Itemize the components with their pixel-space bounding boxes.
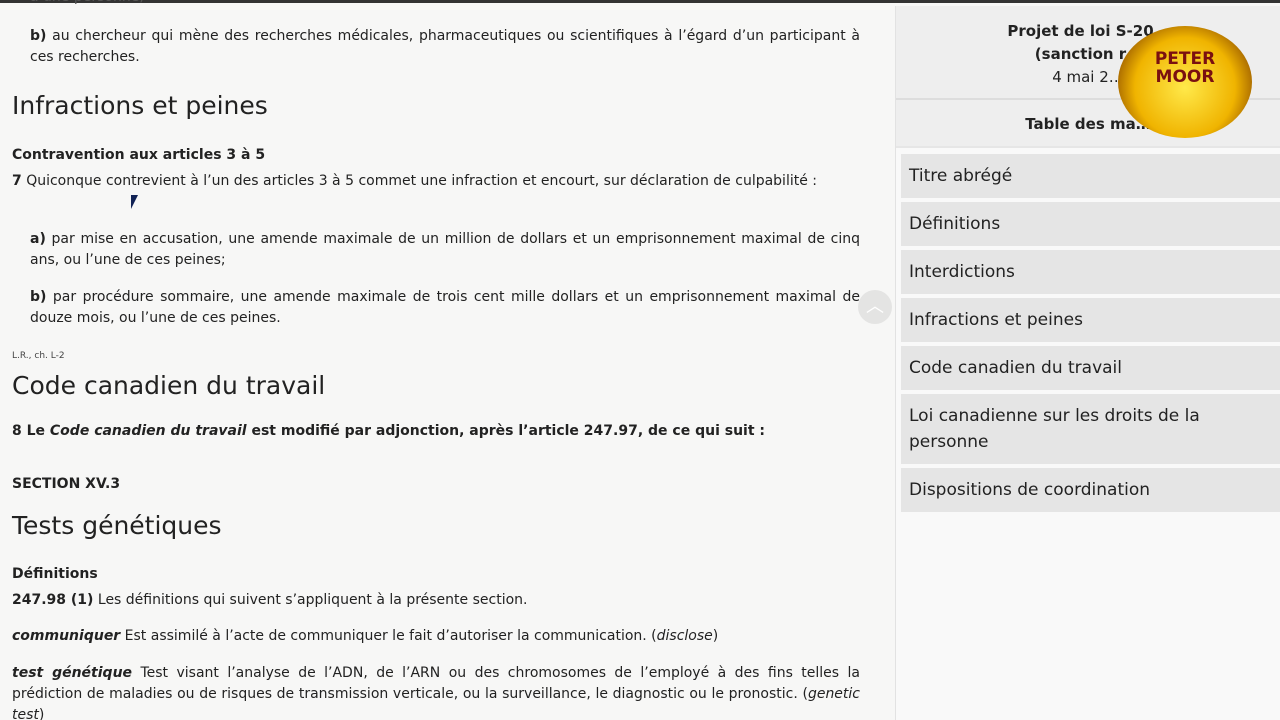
text: ): [712, 628, 719, 644]
label: b): [30, 289, 47, 305]
heading-code-travail: Code canadien du travail: [12, 371, 326, 400]
text: par procédure sommaire, une amende maxim…: [30, 289, 860, 326]
text: 8 Le: [12, 423, 50, 439]
section-8: 8 Le Code canadien du travail est modifi…: [12, 423, 765, 439]
reference-note: L.R., ch. L-2: [12, 351, 65, 361]
label: b): [30, 28, 47, 44]
toc-item-coordination[interactable]: Dispositions de coordination: [901, 468, 1280, 512]
label: 7: [12, 173, 22, 189]
mouse-cursor-icon: [131, 195, 138, 209]
paragraph-b-chercheur: b) au chercheur qui mène des recherches …: [30, 26, 860, 68]
text: Quiconque contrevient à l’un des article…: [21, 173, 817, 189]
text: par mise en accusation, une amende maxim…: [30, 231, 860, 268]
toc-item-droits-personne[interactable]: Loi canadienne sur les droits de la pers…: [901, 394, 1280, 464]
term: test génétique: [12, 665, 133, 681]
chevron-up-icon: ︿: [866, 296, 884, 317]
bill-content: à une personne; b) au chercheur qui mène…: [0, 0, 880, 720]
definition-communiquer: communiquer Est assimilé à l’acte de com…: [12, 626, 860, 647]
paragraph-a: a) par mise en accusation, une amende ma…: [30, 229, 860, 271]
section-heading: SECTION XV.3: [12, 476, 121, 492]
text-italic: Code canadien du travail: [49, 423, 247, 439]
cut-off-line: à une personne;: [30, 0, 860, 8]
heading-infractions: Infractions et peines: [12, 91, 268, 120]
term: communiquer: [12, 628, 121, 644]
heading-contravention: Contravention aux articles 3 à 5: [12, 147, 266, 163]
label: 247.98 (1): [12, 592, 94, 608]
label: a): [30, 231, 46, 247]
text: Test visant l’analyse de l’ADN, de l’ARN…: [12, 665, 860, 702]
english-term: disclose: [656, 628, 713, 644]
logo-text: MOOR: [1155, 67, 1215, 87]
paragraph-b-sommaire: b) par procédure sommaire, une amende ma…: [30, 287, 860, 329]
text: Les définitions qui suivent s’appliquent…: [93, 592, 528, 608]
section-247-98: 247.98 (1) Les définitions qui suivent s…: [12, 590, 860, 611]
text: au chercheur qui mène des recherches méd…: [30, 28, 860, 65]
definition-test-genetique: test génétique Test visant l’analyse de …: [12, 663, 860, 720]
toc-item-titre-abrege[interactable]: Titre abrégé: [901, 154, 1280, 198]
text: ): [38, 707, 45, 720]
toc-item-interdictions[interactable]: Interdictions: [901, 250, 1280, 294]
heading-tests: Tests génétiques: [12, 511, 222, 540]
scroll-to-top-button[interactable]: ︿: [858, 290, 892, 324]
toc-item-code-travail[interactable]: Code canadien du travail: [901, 346, 1280, 390]
heading-definitions: Définitions: [12, 566, 98, 582]
toc-item-infractions[interactable]: Infractions et peines: [901, 298, 1280, 342]
text: est modifié par adjonction, après l’arti…: [246, 423, 766, 439]
toc-list: Titre abrégé Définitions Interdictions I…: [896, 148, 1280, 512]
text: Est assimilé à l’acte de communiquer le …: [120, 628, 657, 644]
section-7: 7 Quiconque contrevient à l’un des artic…: [12, 171, 860, 192]
logo-text: PETER: [1154, 49, 1216, 69]
toc-item-definitions[interactable]: Définitions: [901, 202, 1280, 246]
watermark-logo: PETER MOOR: [1118, 26, 1252, 138]
